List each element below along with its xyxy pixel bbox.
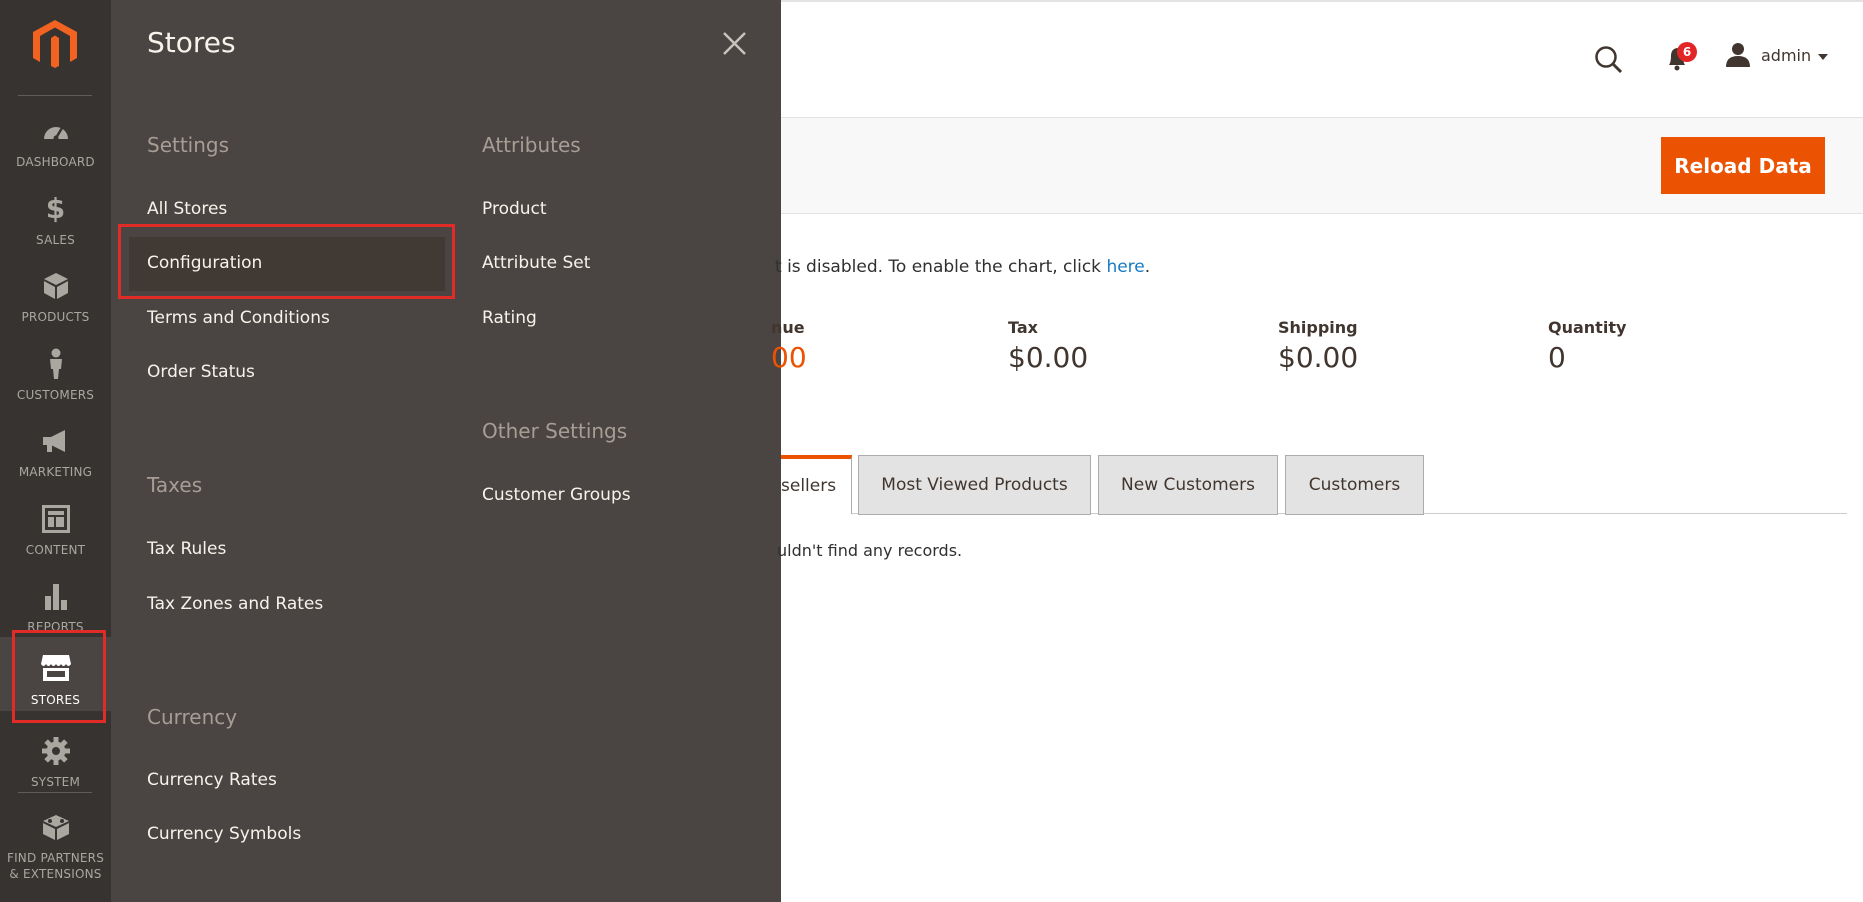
dollar-icon: $ xyxy=(45,192,66,225)
megaphone-icon xyxy=(0,426,111,456)
nav-item-label-line1: FIND PARTNERS xyxy=(6,851,105,865)
flyout-title: Stores xyxy=(147,26,236,59)
tab-most-viewed-products[interactable]: Most Viewed Products xyxy=(858,455,1091,515)
chart-notice-text: t is disabled. To enable the chart, clic… xyxy=(775,257,1107,277)
nav-item-label-line2: & EXTENSIONS xyxy=(9,867,102,881)
cube-icon xyxy=(0,271,111,301)
nav-item-marketing[interactable]: MARKETING xyxy=(0,414,111,488)
nav-divider xyxy=(18,792,92,793)
menu-link-product[interactable]: Product xyxy=(482,199,547,219)
admin-sidebar: DASHBOARD $ SALES PRODUCTS CUSTOMERS MAR… xyxy=(0,0,111,902)
nav-divider xyxy=(18,95,92,96)
top-border xyxy=(781,0,1863,2)
section-title-settings: Settings xyxy=(147,133,230,157)
menu-link-configuration[interactable]: Configuration xyxy=(147,253,262,273)
menu-link-all-stores[interactable]: All Stores xyxy=(147,199,227,219)
section-title-currency: Currency xyxy=(147,705,238,729)
magento-logo-icon[interactable] xyxy=(31,18,79,70)
menu-link-currency-symbols[interactable]: Currency Symbols xyxy=(147,824,301,844)
nav-item-sales[interactable]: $ SALES xyxy=(0,182,111,256)
person-icon xyxy=(0,348,111,379)
dashboard-main: 6 admin Reload Data t is disabled. To en… xyxy=(771,0,1863,902)
user-icon xyxy=(1726,43,1750,67)
chart-notice-end: . xyxy=(1144,257,1151,277)
notifications-count-badge: 6 xyxy=(1677,42,1697,62)
nav-item-stores[interactable]: STORES xyxy=(0,637,111,711)
menu-link-tax-rules[interactable]: Tax Rules xyxy=(147,539,226,559)
tax-value: $0.00 xyxy=(1008,341,1089,374)
quantity-label: Quantity xyxy=(1548,318,1627,337)
empty-records-message: uldn't find any records. xyxy=(777,541,963,560)
tax-label: Tax xyxy=(1008,318,1038,337)
storefront-icon xyxy=(0,653,111,683)
menu-link-order-status[interactable]: Order Status xyxy=(147,362,255,382)
revenue-label: nue xyxy=(771,318,805,337)
tab-customers[interactable]: Customers xyxy=(1285,455,1424,515)
section-title-other-settings: Other Settings xyxy=(482,419,628,443)
blocks-icon xyxy=(0,812,111,842)
nav-item-customers[interactable]: CUSTOMERS xyxy=(0,337,111,411)
menu-link-rating[interactable]: Rating xyxy=(482,308,537,328)
quantity-value: 0 xyxy=(1548,341,1566,374)
menu-link-attribute-set[interactable]: Attribute Set xyxy=(482,253,590,273)
nav-item-products[interactable]: PRODUCTS xyxy=(0,259,111,333)
nav-item-content[interactable]: CONTENT xyxy=(0,492,111,566)
chevron-down-icon xyxy=(1818,54,1828,60)
search-icon[interactable] xyxy=(1589,40,1629,80)
shipping-label: Shipping xyxy=(1278,318,1358,337)
section-title-attributes: Attributes xyxy=(482,133,581,157)
nav-item-dashboard[interactable]: DASHBOARD xyxy=(0,104,111,178)
dashboard-icon xyxy=(0,116,111,146)
tab-new-customers[interactable]: New Customers xyxy=(1098,455,1278,515)
tab-bestsellers[interactable]: sellers xyxy=(781,455,852,514)
close-icon[interactable] xyxy=(715,24,751,60)
menu-link-currency-rates[interactable]: Currency Rates xyxy=(147,770,277,790)
chart-disabled-notice: t is disabled. To enable the chart, clic… xyxy=(775,257,1150,277)
reload-data-button[interactable]: Reload Data xyxy=(1661,137,1825,194)
shipping-value: $0.00 xyxy=(1278,341,1359,374)
gear-icon xyxy=(0,736,111,766)
user-name: admin xyxy=(1761,46,1812,65)
nav-item-reports[interactable]: REPORTS xyxy=(0,569,111,643)
nav-item-find-partners[interactable]: FIND PARTNERS & EXTENSIONS xyxy=(0,800,111,890)
enable-chart-link[interactable]: here xyxy=(1106,257,1144,277)
bar-chart-icon xyxy=(0,581,111,611)
menu-link-customer-groups[interactable]: Customer Groups xyxy=(482,485,631,505)
stores-flyout-menu: Stores Settings All Stores Configuration… xyxy=(111,0,781,902)
menu-link-tax-zones-and-rates[interactable]: Tax Zones and Rates xyxy=(147,594,323,614)
layout-icon xyxy=(0,504,111,534)
menu-link-terms-and-conditions[interactable]: Terms and Conditions xyxy=(147,308,330,328)
revenue-value: 00 xyxy=(771,341,807,374)
nav-item-system[interactable]: SYSTEM xyxy=(0,724,111,798)
section-title-taxes: Taxes xyxy=(147,473,203,497)
